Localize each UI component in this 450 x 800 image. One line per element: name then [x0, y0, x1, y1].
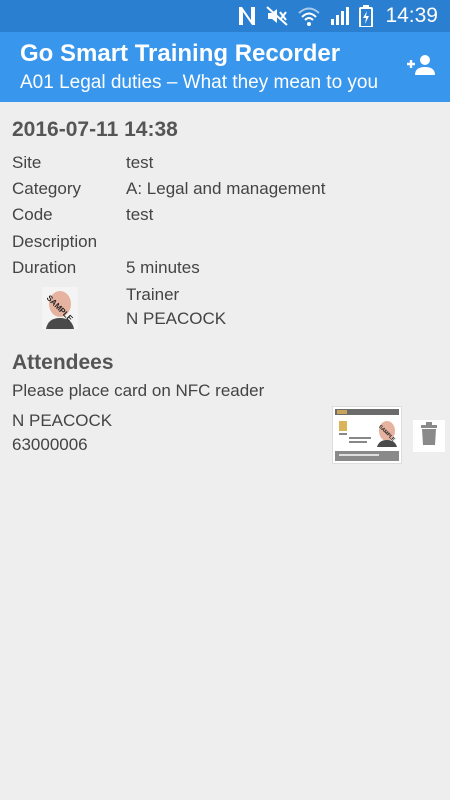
delete-attendee-button[interactable]	[413, 420, 445, 452]
attendee-name: N PEACOCK	[12, 411, 113, 430]
trainer-name: N PEACOCK	[126, 309, 227, 328]
nfc-instruction: Please place card on NFC reader	[12, 381, 265, 400]
status-time: 14:39	[385, 4, 438, 27]
field-label: Description	[12, 232, 98, 251]
add-person-button[interactable]	[404, 52, 436, 82]
field-label: Site	[12, 153, 42, 172]
app-bar: Go Smart Training Recorder A01 Legal dut…	[0, 32, 450, 102]
signal-icon	[329, 5, 351, 27]
field-label: Duration	[12, 258, 77, 277]
battery-icon	[359, 5, 374, 27]
field-value: 5 minutes	[126, 258, 200, 277]
mute-icon	[265, 5, 289, 27]
field-label: Code	[12, 205, 53, 224]
field-label: Category	[12, 179, 81, 198]
attendees-heading: Attendees	[12, 351, 114, 374]
app-subtitle: A01 Legal duties – What they mean to you	[20, 72, 379, 93]
trainer-photo: SAMPLE	[42, 287, 78, 329]
attendee-card-image[interactable]: SAMPLE	[332, 406, 402, 464]
nfc-icon	[237, 5, 257, 27]
field-value: A: Legal and management	[126, 179, 326, 198]
field-value: test	[126, 205, 154, 224]
status-icons: 14:39	[237, 4, 438, 28]
trainer-role-label: Trainer	[126, 285, 180, 304]
status-bar: 14:39	[0, 0, 450, 32]
add-person-icon	[405, 53, 435, 82]
field-value: test	[126, 153, 154, 172]
trash-icon	[419, 421, 439, 451]
app-title: Go Smart Training Recorder	[20, 40, 341, 67]
attendee-card-number: 63000006	[12, 435, 88, 454]
wifi-icon	[297, 5, 321, 27]
session-datetime: 2016-07-11 14:38	[12, 118, 178, 141]
